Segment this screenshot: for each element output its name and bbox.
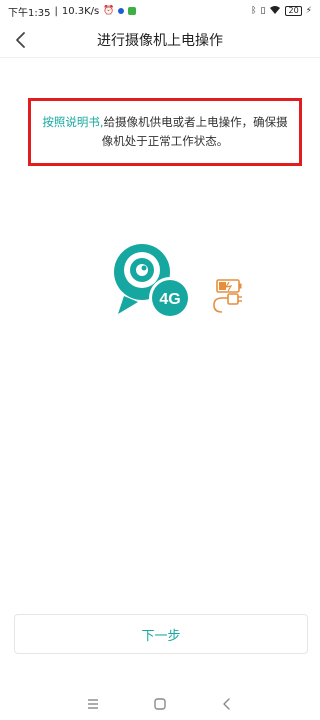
camera-4g-icon: 4G — [114, 244, 242, 319]
battery-level: 20 — [288, 6, 299, 15]
page-title: 进行摄像机上电操作 — [97, 32, 223, 49]
back-icon — [222, 698, 230, 710]
instruction-text: 按照说明书,给摄像机供电或者上电操作，确保摄像机处于正常工作状态。 — [41, 113, 289, 151]
home-icon — [154, 698, 166, 710]
menu-button[interactable] — [81, 692, 105, 716]
chevron-left-icon — [16, 32, 25, 48]
network-speed: 10.3K/s — [61, 5, 100, 17]
status-separator: | — [54, 5, 58, 17]
alarm-icon: ⏰ — [103, 6, 115, 16]
dot-icon — [118, 8, 125, 14]
back-button[interactable] — [6, 26, 34, 54]
status-time: 下午1:35 — [8, 7, 51, 19]
nav-back-button[interactable] — [215, 692, 239, 716]
bluetooth-icon: ᛒ — [251, 6, 257, 16]
instruction-box: 按照说明书,给摄像机供电或者上电操作，确保摄像机处于正常工作状态。 — [28, 98, 302, 166]
app-icon — [128, 7, 137, 15]
vibrate-icon: ▯ — [260, 6, 266, 16]
status-right: ᛒ ▯ 20 ⚡ — [251, 5, 312, 18]
badge-text: 4G — [159, 291, 180, 308]
menu-icon — [88, 699, 99, 709]
camera-illustration: 4G — [110, 236, 250, 326]
nav-bar — [0, 688, 320, 720]
wifi-icon — [269, 5, 281, 18]
charging-icon: ⚡ — [305, 6, 312, 16]
next-button[interactable]: 下一步 — [14, 614, 308, 654]
instruction-body: 给摄像机供电或者上电操作，确保摄像机处于正常工作状态。 — [101, 115, 288, 148]
status-left: 下午1:35 | 10.3K/s ⏰ — [8, 4, 251, 19]
status-bar: 下午1:35 | 10.3K/s ⏰ ᛒ ▯ 20 ⚡ — [0, 0, 320, 22]
manual-link[interactable]: 按照说明书, — [42, 115, 103, 129]
battery-icon: 20 — [285, 6, 302, 16]
home-button[interactable] — [148, 692, 172, 716]
title-bar: 进行摄像机上电操作 — [0, 22, 320, 58]
